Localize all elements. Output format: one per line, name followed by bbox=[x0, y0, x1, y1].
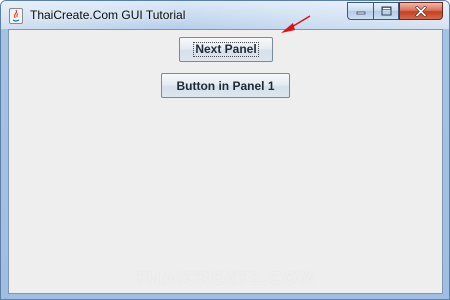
annotation-arrow-icon bbox=[281, 15, 311, 33]
